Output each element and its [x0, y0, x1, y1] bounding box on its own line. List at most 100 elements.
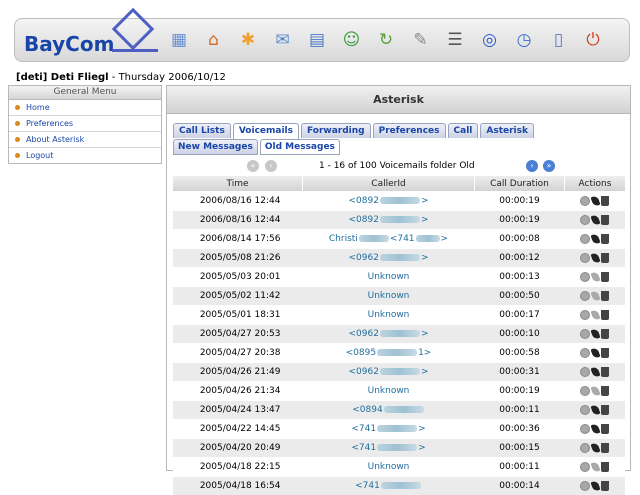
call-back-icon[interactable]	[591, 195, 601, 207]
redacted-blur	[380, 197, 420, 204]
trash-icon[interactable]	[601, 443, 609, 453]
info-icon[interactable]	[580, 329, 590, 339]
trash-icon[interactable]	[601, 386, 609, 396]
home-icon[interactable]: ⌂	[201, 27, 227, 53]
table-row[interactable]: 2006/08/16 12:44<0892>00:00:19	[173, 192, 626, 211]
info-icon[interactable]	[580, 367, 590, 377]
tab-call[interactable]: Call	[448, 123, 479, 138]
col-call-duration[interactable]: Call Duration	[475, 176, 565, 192]
info-icon[interactable]	[580, 196, 590, 206]
info-icon[interactable]	[580, 443, 590, 453]
compass-icon[interactable]: ◎	[477, 27, 503, 53]
table-row[interactable]: 2005/05/08 21:26<0962>00:00:12	[173, 249, 626, 268]
caller-text: Unknown	[368, 291, 410, 301]
trash-icon[interactable]	[601, 462, 609, 472]
first-page-icon[interactable]: «	[247, 160, 259, 172]
trash-icon[interactable]	[601, 272, 609, 282]
call-back-icon[interactable]	[591, 442, 601, 454]
call-back-icon[interactable]	[591, 404, 601, 416]
info-icon[interactable]	[580, 481, 590, 491]
clock-icon[interactable]: ◷	[511, 27, 537, 53]
call-back-icon[interactable]	[591, 309, 601, 321]
table-row[interactable]: 2006/08/16 12:44<0892>00:00:19	[173, 211, 626, 230]
baycom-logo: BayCom	[24, 32, 114, 56]
table-row[interactable]: 2005/05/01 18:31Unknown00:00:17	[173, 306, 626, 325]
tab-preferences[interactable]: Preferences	[373, 123, 446, 138]
table-row[interactable]: 2005/04/26 21:34Unknown00:00:19	[173, 382, 626, 401]
call-back-icon[interactable]	[591, 480, 601, 492]
info-icon[interactable]	[580, 462, 590, 472]
trash-icon[interactable]	[601, 291, 609, 301]
trash-icon[interactable]	[601, 253, 609, 263]
col-time[interactable]: Time	[173, 176, 303, 192]
trash-icon[interactable]	[601, 234, 609, 244]
refresh-icon[interactable]: ↻	[373, 27, 399, 53]
tree-icon[interactable]: ☰	[442, 27, 468, 53]
trash-icon[interactable]	[601, 367, 609, 377]
trash-icon[interactable]	[601, 424, 609, 434]
call-back-icon[interactable]	[591, 328, 601, 340]
info-icon[interactable]	[580, 424, 590, 434]
tab-forwarding[interactable]: Forwarding	[301, 123, 371, 138]
table-row[interactable]: 2005/04/27 20:53<0962>00:00:10	[173, 325, 626, 344]
trash-icon[interactable]	[601, 310, 609, 320]
menu-item-preferences[interactable]: Preferences	[9, 116, 161, 132]
tools-icon[interactable]: ✎	[408, 27, 434, 53]
trash-icon[interactable]	[601, 481, 609, 491]
grid-icon[interactable]: ▦	[166, 27, 192, 53]
call-back-icon[interactable]	[591, 214, 601, 226]
table-row[interactable]: 2005/04/18 22:15Unknown00:00:11	[173, 458, 626, 477]
table-row[interactable]: 2005/04/24 13:47<089400:00:11	[173, 401, 626, 420]
info-icon[interactable]	[580, 215, 590, 225]
trash-icon[interactable]	[601, 405, 609, 415]
table-row[interactable]: 2006/08/14 17:56Christi<741>00:00:08	[173, 230, 626, 249]
asterisk-icon[interactable]: ✱	[235, 27, 261, 53]
trash-icon[interactable]	[601, 329, 609, 339]
trash-icon[interactable]	[601, 215, 609, 225]
menu-item-about-asterisk[interactable]: About Asterisk	[9, 132, 161, 148]
info-icon[interactable]	[580, 348, 590, 358]
info-icon[interactable]	[580, 310, 590, 320]
info-icon[interactable]	[580, 405, 590, 415]
info-icon[interactable]	[580, 291, 590, 301]
mail-icon[interactable]: ✉	[270, 27, 296, 53]
subtab-old-messages[interactable]: Old Messages	[260, 139, 340, 155]
menu-item-logout[interactable]: Logout	[9, 148, 161, 163]
info-icon[interactable]	[580, 234, 590, 244]
tab-asterisk[interactable]: Asterisk	[480, 123, 534, 138]
call-back-icon[interactable]	[591, 290, 601, 302]
prev-page-icon[interactable]: ‹	[265, 160, 277, 172]
book-icon[interactable]: ▯	[546, 27, 572, 53]
users-icon[interactable]: ☺	[339, 27, 365, 53]
calendar-icon[interactable]: ▤	[304, 27, 330, 53]
table-row[interactable]: 2005/05/03 20:01Unknown00:00:13	[173, 268, 626, 287]
trash-icon[interactable]	[601, 348, 609, 358]
table-row[interactable]: 2005/04/26 21:49<0962>00:00:31	[173, 363, 626, 382]
last-page-icon[interactable]: »	[543, 160, 555, 172]
table-row[interactable]: 2005/04/20 20:49<741>00:00:15	[173, 439, 626, 458]
call-back-icon[interactable]	[591, 233, 601, 245]
next-page-icon[interactable]: ›	[526, 160, 538, 172]
call-back-icon[interactable]	[591, 366, 601, 378]
col-caller-id[interactable]: CallerId	[303, 176, 475, 192]
table-row[interactable]: 2005/04/18 16:54<74100:00:14	[173, 477, 626, 495]
call-back-icon[interactable]	[591, 461, 601, 473]
tab-call-lists[interactable]: Call Lists	[173, 123, 231, 138]
info-icon[interactable]	[580, 386, 590, 396]
call-back-icon[interactable]	[591, 385, 601, 397]
table-row[interactable]: 2005/04/27 20:38<08951>00:00:58	[173, 344, 626, 363]
call-back-icon[interactable]	[591, 423, 601, 435]
menu-item-home[interactable]: Home	[9, 100, 161, 116]
trash-icon[interactable]	[601, 196, 609, 206]
info-icon[interactable]	[580, 253, 590, 263]
info-icon[interactable]	[580, 272, 590, 282]
call-back-icon[interactable]	[591, 271, 601, 283]
subtab-new-messages[interactable]: New Messages	[173, 139, 258, 155]
call-back-icon[interactable]	[591, 347, 601, 359]
tab-voicemails[interactable]: Voicemails	[233, 123, 299, 139]
table-row[interactable]: 2005/05/02 11:42Unknown00:00:50	[173, 287, 626, 306]
call-back-icon[interactable]	[591, 252, 601, 264]
power-icon[interactable]: ⏻	[580, 27, 606, 53]
cell-actions	[565, 192, 626, 211]
table-row[interactable]: 2005/04/22 14:45<741>00:00:36	[173, 420, 626, 439]
